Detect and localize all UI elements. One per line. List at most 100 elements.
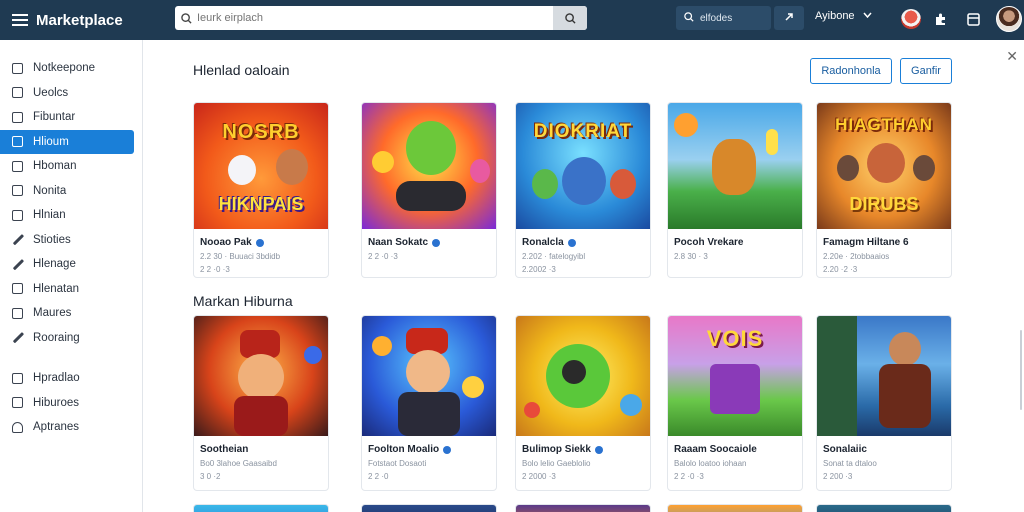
sidebar-item-label: Maures	[33, 307, 72, 320]
app-card[interactable]: DIOKRIAT Ronalcla 2.202 · fatelogyibl 2.…	[515, 102, 651, 278]
verified-icon	[255, 238, 264, 247]
sidebar-item-label: Hpradlao	[33, 372, 80, 385]
sidebar-item-13[interactable]: Hiburoes	[0, 391, 134, 416]
app-name-text: Foolton Moalio	[368, 444, 440, 455]
app-name-text: Sonalaiic	[823, 444, 867, 455]
search-input[interactable]	[197, 12, 553, 24]
app-card[interactable]: VOIS Raaam Soocaiole Balolo loatoo iohaa…	[667, 315, 803, 491]
sidebar-item-11[interactable]: Rooraing	[0, 326, 134, 351]
app-meta: Sonat ta dtaloo	[823, 459, 877, 468]
app-meta: 2 2 ·0 ·3	[368, 252, 398, 261]
app-thumbnail	[194, 316, 328, 436]
app-name: Pocoh Vrekare	[674, 237, 802, 248]
sidebar-item-9[interactable]: Hlenatan	[0, 277, 134, 302]
sidebar-item-label: Aptranes	[33, 421, 80, 434]
app-thumbnail	[668, 103, 802, 229]
app-card[interactable]: Foolton Moalio Fotstaot Dosaoti 2 2 ·0	[361, 315, 497, 491]
app-thumbnail	[362, 103, 496, 229]
app-card-partial[interactable]	[515, 504, 651, 512]
app-card[interactable]: NOSRB HIKNPAIS Nooao Pak 2.2 30 · Buuaci…	[193, 102, 329, 278]
sidebar-item-3[interactable]: Hlioum	[0, 129, 134, 154]
square-icon	[12, 62, 23, 74]
app-card[interactable]: Pocoh Vrekare 2.8 30 · 3	[667, 102, 803, 278]
sidebar-item-label: Hboman	[33, 160, 77, 173]
thumbnail-title: NOSRB	[222, 121, 300, 143]
thumbnail-subtitle: HIKNPAIS	[218, 194, 304, 214]
square-icon	[12, 136, 23, 148]
verified-icon	[432, 238, 441, 247]
thumbnail-title: HIAGTHAN	[835, 115, 933, 134]
sidebar-item-0[interactable]: Notkeepone	[0, 56, 134, 81]
app-card[interactable]: Naan Sokatc 2 2 ·0 ·3	[361, 102, 497, 278]
sidebar-item-2[interactable]: Fibuntar	[0, 105, 134, 130]
sidebar-item-12[interactable]: Hpradlao	[0, 366, 134, 391]
app-card-partial[interactable]	[193, 504, 329, 512]
app-card-partial[interactable]	[361, 504, 497, 512]
app-card-partial[interactable]	[816, 504, 952, 512]
close-icon[interactable]: ✕	[1006, 48, 1018, 65]
profile-badge-icon[interactable]	[900, 8, 922, 30]
verified-icon	[594, 445, 603, 454]
sidebar-item-10[interactable]: Maures	[0, 301, 134, 326]
app-meta: Balolo loatoo iohaan	[674, 459, 747, 468]
user-avatar[interactable]	[996, 6, 1022, 32]
app-meta: 2.2 30 · Buuaci 3bdidb	[200, 252, 281, 261]
sidebar-item-label: Notkeepone	[33, 62, 96, 75]
square-icon	[12, 307, 23, 319]
app-meta-secondary: 3 0 ·2	[200, 472, 221, 481]
app-name-text: Raaam Soocaiole	[674, 444, 757, 455]
app-thumbnail: DIOKRIAT	[516, 103, 650, 229]
window-icon[interactable]	[962, 8, 984, 30]
puzzle-icon[interactable]	[930, 8, 952, 30]
app-meta-secondary: 2 2 ·0 ·3	[674, 472, 704, 481]
app-card-partial[interactable]	[667, 504, 803, 512]
account-label: Ayibone	[815, 10, 855, 22]
hamburger-menu-icon[interactable]	[6, 6, 34, 34]
verified-icon	[567, 238, 576, 247]
app-name: Nooao Pak	[200, 237, 328, 248]
search-button[interactable]	[553, 6, 587, 30]
secondary-search-pill[interactable]: elfodes	[676, 6, 771, 30]
sidebar-item-4[interactable]: Hboman	[0, 154, 134, 179]
app-thumbnail: HIAGTHAN DIRUBS	[817, 103, 951, 229]
app-name: Famagm Hiltane 6	[823, 237, 951, 248]
search-bar	[175, 6, 587, 30]
sidebar-item-label: Rooraing	[33, 331, 80, 344]
bank-icon	[12, 397, 23, 409]
app-name: Bulimop Siekk	[522, 444, 650, 455]
expand-button[interactable]	[774, 6, 804, 30]
search-icon	[684, 11, 694, 25]
app-card[interactable]: Sootheian Bo0 3lahoe Gaasaibd 3 0 ·2	[193, 315, 329, 491]
app-meta-secondary: 2 2000 ·3	[522, 472, 556, 481]
header-button-primary[interactable]: Radonhonla	[810, 58, 892, 84]
sidebar: Notkeepone Ueolcs Fibuntar Hlioum Hboman…	[0, 40, 143, 512]
scrollbar[interactable]	[1020, 330, 1022, 410]
sidebar-item-6[interactable]: Hlnian	[0, 203, 134, 228]
sidebar-item-label: Fibuntar	[33, 111, 76, 124]
sidebar-item-7[interactable]: Stioties	[0, 228, 134, 253]
thumbnail-title: DIOKRIAT	[533, 121, 633, 142]
app-card[interactable]: Bulimop Siekk Bolo lelio Gaeblolio 2 200…	[515, 315, 651, 491]
sidebar-item-5[interactable]: Nonita	[0, 179, 134, 204]
pen-icon	[12, 234, 23, 245]
app-meta: Bolo lelio Gaeblolio	[522, 459, 591, 468]
app-meta: Fotstaot Dosaoti	[368, 459, 427, 468]
square-icon	[12, 209, 23, 221]
square-icon	[12, 87, 23, 99]
app-card[interactable]: Sonalaiic Sonat ta dtaloo 2 200 ·3	[816, 315, 952, 491]
header-button-secondary[interactable]: Ganfir	[900, 58, 952, 84]
sidebar-item-label: Stioties	[33, 233, 71, 246]
app-card[interactable]: HIAGTHAN DIRUBS Famagm Hiltane 6 2.20e ·…	[816, 102, 952, 278]
square-icon	[12, 372, 23, 384]
app-meta: 2.8 30 · 3	[674, 252, 708, 261]
app-name: Foolton Moalio	[368, 444, 496, 455]
account-selector[interactable]: Ayibone	[815, 10, 872, 22]
sidebar-item-14[interactable]: Aptranes	[0, 415, 134, 440]
section-title: Markan Hiburna	[193, 293, 293, 309]
sidebar-item-1[interactable]: Ueolcs	[0, 81, 134, 106]
app-title[interactable]: Marketplace	[36, 12, 178, 29]
app-meta: Bo0 3lahoe Gaasaibd	[200, 459, 277, 468]
app-name: Ronalcla	[522, 237, 650, 248]
sidebar-item-8[interactable]: Hlenage	[0, 252, 134, 277]
app-name-text: Bulimop Siekk	[522, 444, 591, 455]
